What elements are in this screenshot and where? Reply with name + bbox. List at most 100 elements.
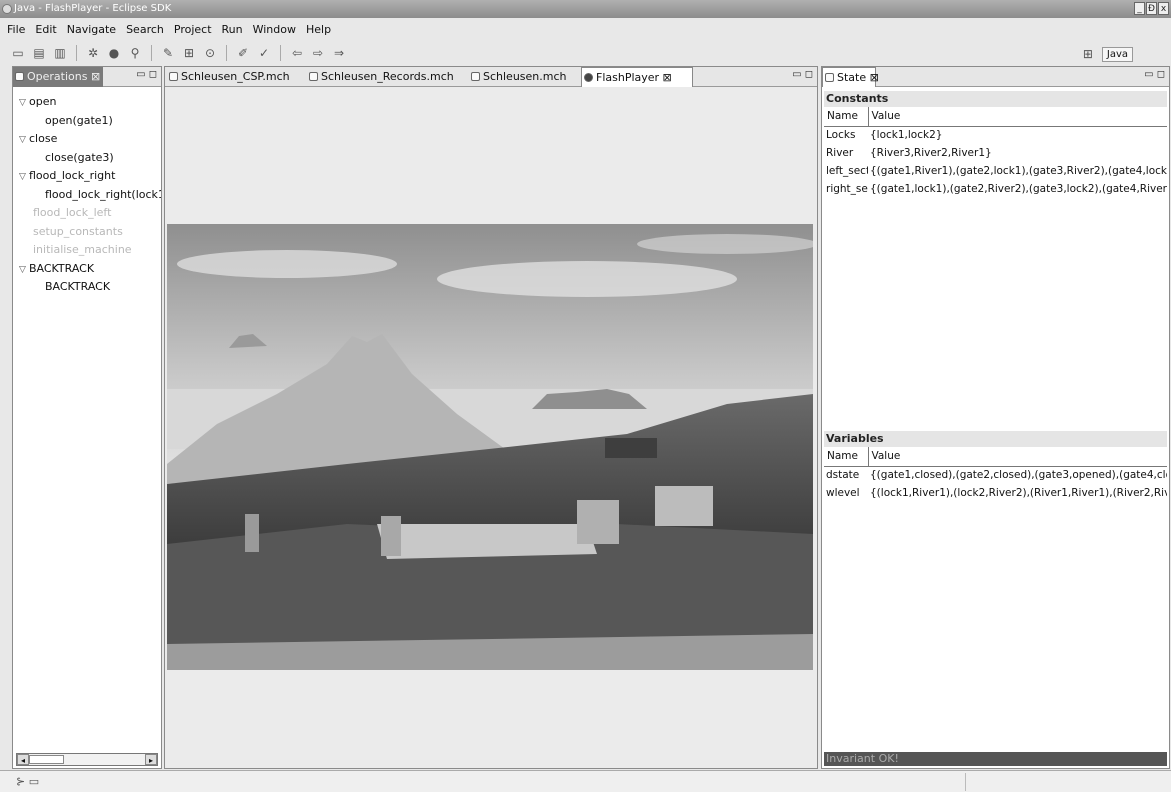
nav-icon[interactable]: ⇒ [331, 46, 347, 60]
column-header-value[interactable]: Value [868, 107, 1167, 127]
tab-schleusen-csp[interactable]: Schleusen_CSP.mch [167, 67, 303, 87]
operation-label: initialise_machine [33, 243, 132, 256]
tab-state[interactable]: State ⊠ [822, 67, 879, 87]
cell-value: {(gate1,closed),(gate2,closed),(gate3,op… [870, 469, 1167, 482]
operation-item[interactable]: ▽ flood_lock_right [13, 167, 161, 186]
table-row[interactable]: wlevel {(lock1,River1),(lock2,River2),(Ri… [824, 484, 1167, 502]
toolbar-separator [280, 45, 281, 61]
minimize-maximize-icon[interactable]: ▭ ◻ [792, 69, 813, 80]
tab-schleusen[interactable]: Schleusen.mch [469, 67, 579, 87]
state-tabrow: State ⊠ ▭ ◻ [822, 67, 1169, 87]
operation-item[interactable]: close(gate3) [13, 149, 161, 168]
horizontal-scrollbar[interactable]: ◂ ▸ [16, 753, 158, 766]
table-row[interactable]: Locks {lock1,lock2} [824, 126, 1167, 144]
close-button[interactable]: x [1158, 2, 1169, 15]
column-header-name[interactable]: Name [824, 447, 869, 467]
file-icon [471, 72, 480, 81]
operation-label: close [29, 132, 58, 145]
generate-icon[interactable]: ⊙ [202, 46, 218, 60]
operation-label: flood_lock_left [33, 206, 112, 219]
pin-icon[interactable]: ✓ [256, 46, 272, 60]
invariant-status: Invariant OK! [824, 752, 1167, 766]
column-header-name[interactable]: Name [824, 107, 869, 127]
table-row[interactable]: dstate {(gate1,closed),(gate2,closed),(ga… [824, 466, 1167, 484]
tab-label: Schleusen.mch [483, 70, 567, 83]
menu-edit[interactable]: Edit [34, 23, 57, 36]
operation-item-disabled: setup_constants [13, 223, 161, 242]
debug-icon[interactable]: ✲ [85, 46, 101, 60]
open-perspective-icon[interactable]: ⊞ [1080, 47, 1096, 61]
operation-item[interactable]: BACKTRACK [13, 278, 161, 297]
menu-file[interactable]: File [6, 23, 26, 36]
scroll-left-icon[interactable]: ◂ [17, 754, 29, 765]
variables-table: Name Value dstate {(gate1,closed),(gate2,… [824, 447, 1167, 502]
table-row[interactable]: right_se {(gate1,lock1),(gate2,River2),(g… [824, 180, 1167, 198]
tab-operations-label: Operations [27, 70, 88, 83]
operation-item[interactable]: ▽ open [13, 93, 161, 112]
minimize-button[interactable]: _ [1134, 2, 1145, 15]
new-icon[interactable]: ▭ [10, 46, 26, 60]
open-task-icon[interactable]: ⊞ [181, 46, 197, 60]
window-controls: _ Ɖ x [1134, 2, 1169, 15]
menu-help[interactable]: Help [305, 23, 332, 36]
operation-item[interactable]: flood_lock_right(lock1) [13, 186, 161, 205]
scroll-thumb[interactable] [29, 755, 64, 764]
scroll-right-icon[interactable]: ▸ [145, 754, 157, 765]
operations-panel: Operations ⊠ ▭ ◻ ▽ open open(gate1) ▽ clos… [12, 66, 162, 769]
menu-navigate[interactable]: Navigate [66, 23, 117, 36]
column-header-value[interactable]: Value [868, 447, 1167, 467]
cell-name: wlevel [826, 487, 860, 499]
table-row[interactable]: River {River3,River2,River1} [824, 144, 1167, 162]
tab-schleusen-records[interactable]: Schleusen_Records.mch [307, 67, 463, 87]
print-icon[interactable]: ▥ [52, 46, 68, 60]
minimize-maximize-icon[interactable]: ▭ ◻ [1144, 69, 1165, 80]
flash-player-area[interactable] [165, 88, 817, 768]
menu-window[interactable]: Window [252, 23, 297, 36]
operation-label: setup_constants [33, 224, 123, 238]
toolbar-separator [76, 45, 77, 61]
search-icon[interactable]: ⚲ [127, 46, 143, 60]
operations-list: ▽ open open(gate1) ▽ close close(gate3) ▽ f… [13, 89, 161, 748]
operation-item[interactable]: ▽ BACKTRACK [13, 260, 161, 279]
file-icon [169, 72, 178, 81]
tab-operations[interactable]: Operations ⊠ [13, 67, 103, 87]
expand-icon[interactable]: ▽ [19, 94, 29, 112]
run-icon[interactable]: ● [106, 46, 122, 60]
forward-icon[interactable]: ⇨ [310, 46, 326, 60]
tab-label: FlashPlayer [596, 71, 660, 84]
editor-tabrow: Schleusen_CSP.mch Schleusen_Records.mch … [165, 67, 817, 87]
cell-value: {(gate1,lock1),(gate2,River2),(gate3,loc… [870, 183, 1167, 195]
constants-section: Constants Name Value Locks {lock1,lock2} … [824, 91, 1167, 198]
variables-section: Variables Name Value dstate {(gate1,close… [824, 431, 1167, 502]
operation-label: close(gate3) [45, 150, 114, 164]
maximize-button[interactable]: Ɖ [1146, 2, 1157, 15]
eclipse-icon [2, 4, 12, 14]
expand-icon[interactable]: ▽ [19, 168, 29, 186]
open-type-icon[interactable]: ✎ [160, 46, 176, 60]
minimize-maximize-icon[interactable]: ▭ ◻ [136, 69, 157, 80]
operations-tabrow: Operations ⊠ ▭ ◻ [13, 67, 161, 87]
cell-value: {lock1,lock2} [870, 129, 943, 142]
expand-icon[interactable]: ▽ [19, 131, 29, 149]
menu-run[interactable]: Run [221, 23, 244, 36]
back-icon[interactable]: ⇦ [289, 46, 305, 60]
view-icon [15, 72, 24, 81]
pen-icon[interactable]: ✐ [235, 46, 251, 60]
fast-view-icon[interactable]: ⊱ ▭ [16, 775, 39, 788]
operation-item[interactable]: ▽ close [13, 130, 161, 149]
operation-label: flood_lock_right [29, 169, 116, 182]
save-icon[interactable]: ▤ [31, 46, 47, 60]
cell-name: Locks [826, 129, 856, 142]
operation-label: open(gate1) [45, 113, 113, 127]
table-row[interactable]: left_sect {(gate1,River1),(gate2,lock1),(… [824, 162, 1167, 180]
operation-label: BACKTRACK [29, 261, 95, 275]
menu-search[interactable]: Search [125, 23, 165, 36]
cloud [177, 250, 397, 278]
tab-label: Schleusen_CSP.mch [181, 70, 290, 83]
expand-icon[interactable]: ▽ [19, 261, 29, 279]
tab-flashplayer[interactable]: FlashPlayer ⊠ [581, 67, 693, 87]
java-perspective-button[interactable]: Java [1101, 46, 1133, 62]
main-toolbar: ▭ ▤ ▥ ✲ ● ⚲ ✎ ⊞ ⊙ ✐ ✓ ⇦ ⇨ ⇒ [0, 41, 1171, 65]
operation-item[interactable]: open(gate1) [13, 112, 161, 131]
menu-project[interactable]: Project [173, 23, 213, 36]
